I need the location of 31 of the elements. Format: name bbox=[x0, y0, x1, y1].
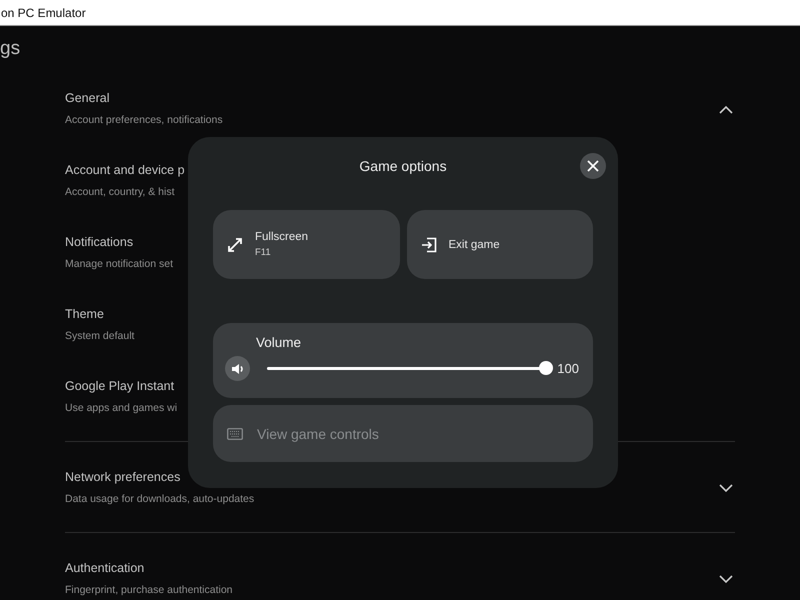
chevron-down-icon[interactable] bbox=[719, 575, 733, 584]
page-heading: gs bbox=[0, 37, 22, 61]
close-icon bbox=[587, 160, 599, 172]
volume-label: Volume bbox=[256, 335, 302, 350]
dialog-title: Game options bbox=[359, 158, 447, 174]
setting-title[interactable]: Account and device p bbox=[65, 161, 185, 179]
exit-game-button[interactable]: Exit game bbox=[406, 210, 593, 279]
volume-reading: 100 bbox=[557, 361, 579, 376]
chevron-down-icon[interactable] bbox=[719, 484, 733, 493]
exit-icon bbox=[420, 236, 436, 252]
setting-title[interactable]: Google Play Instant bbox=[65, 377, 178, 395]
speaker-icon bbox=[230, 362, 244, 376]
window-title: on PC Emulator bbox=[0, 6, 86, 20]
speaker-button[interactable] bbox=[225, 356, 250, 381]
setting-title[interactable]: Notifications bbox=[65, 233, 173, 251]
setting-subtitle: Use apps and games wi bbox=[65, 401, 178, 416]
slider-thumb[interactable] bbox=[539, 361, 554, 375]
chevron-up-icon[interactable] bbox=[719, 105, 733, 114]
keyboard-icon bbox=[227, 428, 243, 440]
section-subtitle: Data usage for downloads, auto-updates bbox=[65, 492, 254, 507]
section-subtitle: Fingerprint, purchase authentication bbox=[65, 583, 233, 598]
section-title[interactable]: General bbox=[65, 89, 223, 107]
setting-subtitle: System default bbox=[65, 329, 134, 344]
setting-title[interactable]: Theme bbox=[65, 305, 134, 323]
section-subtitle: Account preferences, notifications bbox=[65, 113, 223, 128]
setting-subtitle: Manage notification set bbox=[65, 257, 173, 272]
expand-icon bbox=[227, 236, 243, 252]
section-title[interactable]: Authentication bbox=[65, 559, 233, 577]
fullscreen-button[interactable]: Fullscreen F11 bbox=[213, 210, 400, 279]
close-button[interactable] bbox=[580, 153, 606, 179]
setting-subtitle: Account, country, & hist bbox=[65, 185, 176, 200]
